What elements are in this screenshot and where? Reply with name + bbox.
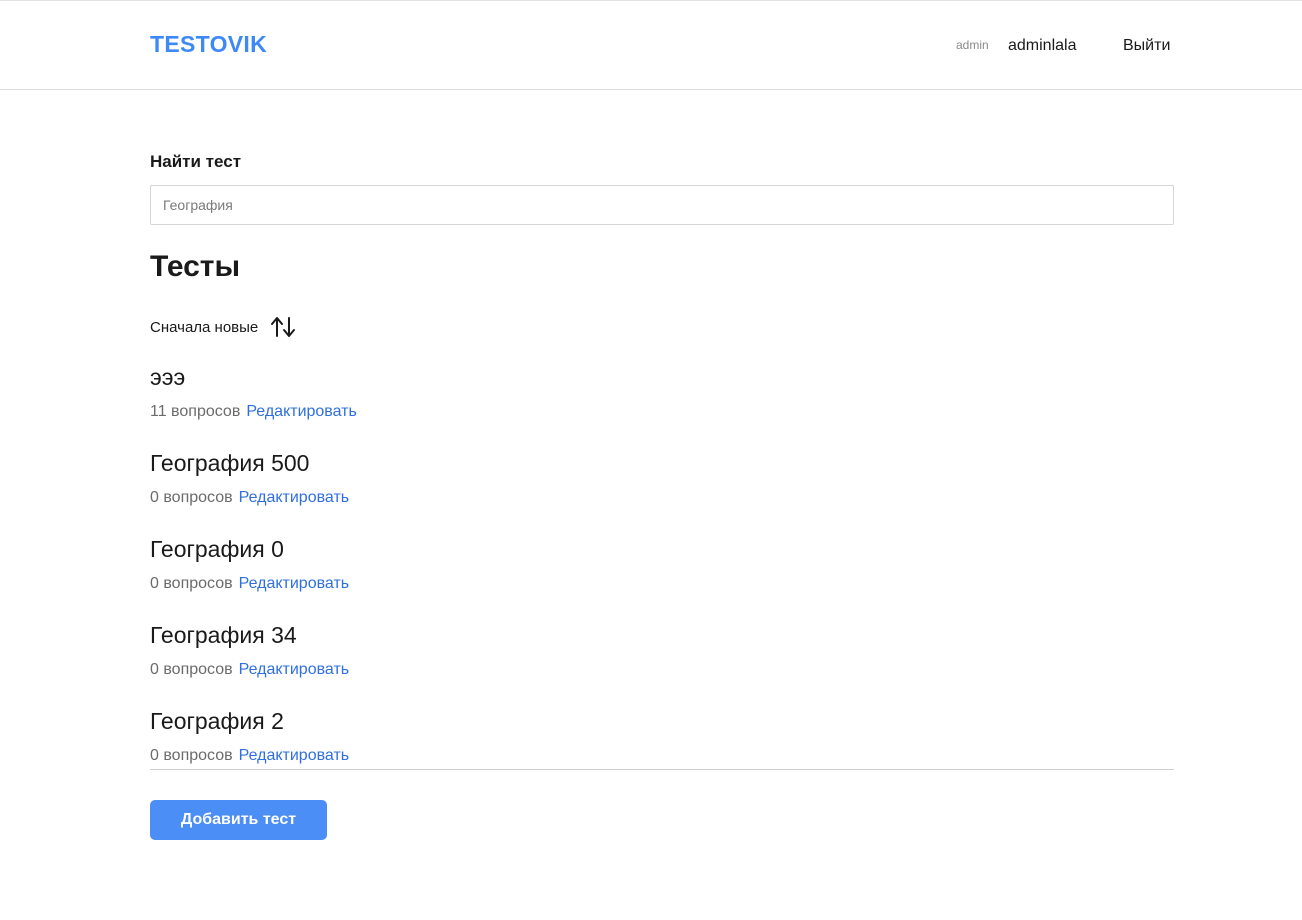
test-title[interactable]: География 500 — [150, 450, 309, 477]
edit-link[interactable]: Редактировать — [239, 489, 350, 506]
question-count: 0 вопросов — [150, 661, 233, 678]
test-meta: 0 вопросов Редактировать — [150, 575, 349, 593]
sort-toggle[interactable]: Сначала новые — [150, 314, 296, 340]
logout-button[interactable]: Выйти — [1123, 37, 1170, 55]
edit-link[interactable]: Редактировать — [239, 747, 350, 764]
search-input[interactable] — [150, 185, 1174, 225]
header: TESTOVIK admin adminlala Выйти — [0, 1, 1302, 90]
test-item: География 500 0 вопросов Редактировать — [150, 450, 1174, 536]
search-label: Найти тест — [150, 152, 242, 171]
question-count: 0 вопросов — [150, 489, 233, 506]
sort-arrows-icon[interactable] — [270, 316, 296, 338]
edit-link[interactable]: Редактировать — [246, 403, 357, 420]
logo[interactable]: TESTOVIK — [150, 31, 267, 58]
test-meta: 0 вопросов Редактировать — [150, 489, 349, 507]
test-meta: 11 вопросов Редактировать — [150, 403, 357, 421]
username: adminlala — [1008, 37, 1077, 54]
edit-link[interactable]: Редактировать — [239, 661, 350, 678]
test-meta: 0 вопросов Редактировать — [150, 661, 349, 679]
question-count: 0 вопросов — [150, 747, 233, 764]
sort-label: Сначала новые — [150, 318, 259, 336]
test-title[interactable]: География 34 — [150, 622, 297, 649]
add-test-button[interactable]: Добавить тест — [150, 800, 327, 840]
test-item: География 2 0 вопросов Редактировать — [150, 708, 1174, 794]
divider — [150, 769, 1174, 770]
test-item: География 0 0 вопросов Редактировать — [150, 536, 1174, 622]
test-meta: 0 вопросов Редактировать — [150, 747, 349, 765]
test-title[interactable]: География 2 — [150, 708, 284, 735]
test-title[interactable]: География 0 — [150, 536, 284, 563]
edit-link[interactable]: Редактировать — [239, 575, 350, 592]
question-count: 0 вопросов — [150, 575, 233, 592]
test-item: эээ 11 вопросов Редактировать — [150, 364, 1174, 450]
user-role: admin — [956, 38, 989, 52]
test-title[interactable]: эээ — [150, 364, 185, 391]
tests-list: эээ 11 вопросов Редактировать География 5… — [150, 364, 1174, 794]
page-title: Тесты — [150, 250, 241, 283]
question-count: 11 вопросов — [150, 403, 241, 420]
test-item: География 34 0 вопросов Редактировать — [150, 622, 1174, 708]
